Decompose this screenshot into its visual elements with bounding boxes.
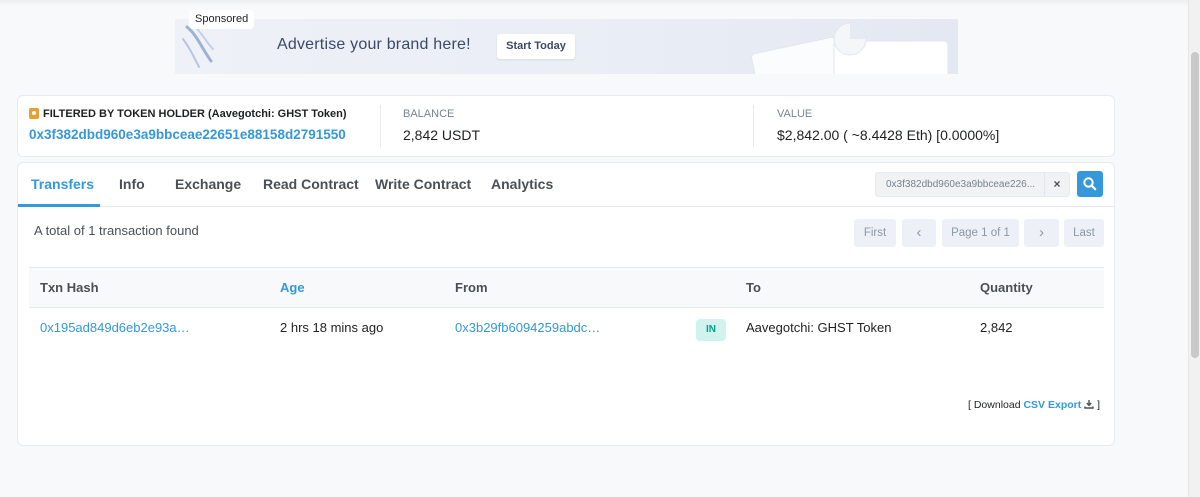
- tab-write-contract[interactable]: Write Contract: [375, 176, 471, 192]
- tab-info[interactable]: Info: [119, 176, 145, 192]
- csv-export-link[interactable]: CSV Export: [1023, 399, 1097, 411]
- page-indicator: Page 1 of 1: [942, 219, 1019, 247]
- col-to: To: [746, 280, 761, 295]
- page-scrollbar[interactable]: [1188, 0, 1200, 497]
- results-count: A total of 1 transaction found: [34, 223, 199, 238]
- col-age[interactable]: Age: [280, 280, 305, 295]
- ad-headline: Advertise your brand here!: [277, 36, 471, 53]
- csv-export-label: CSV Export: [1023, 399, 1082, 411]
- top-shadow: [0, 0, 1188, 6]
- from-address-link[interactable]: 0x3b29fb6094259abdc…: [455, 320, 600, 335]
- col-txn-hash: Txn Hash: [40, 280, 99, 295]
- ad-illustration-icon: [751, 22, 949, 74]
- address-filter-box: ×: [875, 172, 1070, 197]
- first-page-button[interactable]: First: [854, 219, 896, 247]
- csv-suffix: ]: [1097, 399, 1100, 411]
- tab-read-contract[interactable]: Read Contract: [263, 176, 359, 192]
- table-header: Txn Hash Age From To Quantity: [29, 267, 1104, 308]
- quantity-value: 2,842: [980, 320, 1013, 335]
- sponsored-label: Sponsored: [189, 10, 255, 29]
- last-page-button[interactable]: Last: [1064, 219, 1104, 247]
- token-holder-summary: FILTERED BY TOKEN HOLDER (Aavegotchi: GH…: [17, 95, 1115, 157]
- balance-column: BALANCE 2,842 USDT: [403, 96, 733, 156]
- search-button[interactable]: [1077, 171, 1103, 197]
- tab-transfers[interactable]: Transfers: [31, 176, 94, 192]
- col-quantity: Quantity: [980, 280, 1033, 295]
- scrollbar-thumb[interactable]: [1191, 52, 1199, 358]
- csv-prefix: [ Download: [968, 399, 1021, 411]
- clear-filter-button[interactable]: ×: [1044, 173, 1069, 196]
- start-today-button[interactable]: Start Today: [497, 34, 575, 59]
- filter-column: FILTERED BY TOKEN HOLDER (Aavegotchi: GH…: [29, 96, 374, 156]
- transfers-card: Transfers Info Exchange Read Contract Wr…: [17, 162, 1115, 446]
- tab-analytics[interactable]: Analytics: [491, 176, 553, 192]
- balance-value: 2,842 USDT: [403, 127, 481, 143]
- prev-page-button[interactable]: ‹: [902, 219, 936, 247]
- to-address: Aavegotchi: GHST Token: [746, 320, 892, 335]
- table-row: 0x195ad849d6eb2e93a… 2 hrs 18 mins ago 0…: [29, 309, 1104, 349]
- address-filter-input[interactable]: [876, 173, 1044, 196]
- tab-bar: Transfers Info Exchange Read Contract Wr…: [18, 163, 1114, 207]
- balance-label: BALANCE: [403, 108, 455, 120]
- divider: [753, 105, 754, 147]
- direction-badge: IN: [696, 319, 726, 341]
- active-tab-indicator: [18, 204, 100, 207]
- filter-tag-icon: [29, 108, 39, 119]
- ad-banner[interactable]: Advertise your brand here! Start Today: [175, 19, 958, 74]
- search-icon: [1083, 177, 1097, 191]
- txn-age: 2 hrs 18 mins ago: [280, 320, 384, 335]
- value-value: $2,842.00 ( ~8.4428 Eth) [0.0000%]: [777, 127, 1000, 143]
- divider: [380, 105, 381, 147]
- filter-label-text: FILTERED BY TOKEN HOLDER (Aavegotchi: GH…: [43, 108, 347, 120]
- download-icon: [1084, 400, 1094, 409]
- value-label: VALUE: [777, 108, 813, 120]
- csv-export: [ Download CSV Export ]: [968, 399, 1100, 411]
- col-from: From: [455, 280, 488, 295]
- holder-address-link[interactable]: 0x3f382dbd960e3a9bbceae22651e88158d27915…: [29, 127, 346, 142]
- filter-label: FILTERED BY TOKEN HOLDER (Aavegotchi: GH…: [29, 108, 347, 120]
- next-page-button[interactable]: ›: [1024, 219, 1059, 247]
- txn-hash-link[interactable]: 0x195ad849d6eb2e93a…: [40, 320, 190, 335]
- tab-exchange[interactable]: Exchange: [175, 176, 241, 192]
- value-column: VALUE $2,842.00 ( ~8.4428 Eth) [0.0000%]: [777, 96, 1107, 156]
- close-icon: ×: [1053, 177, 1061, 191]
